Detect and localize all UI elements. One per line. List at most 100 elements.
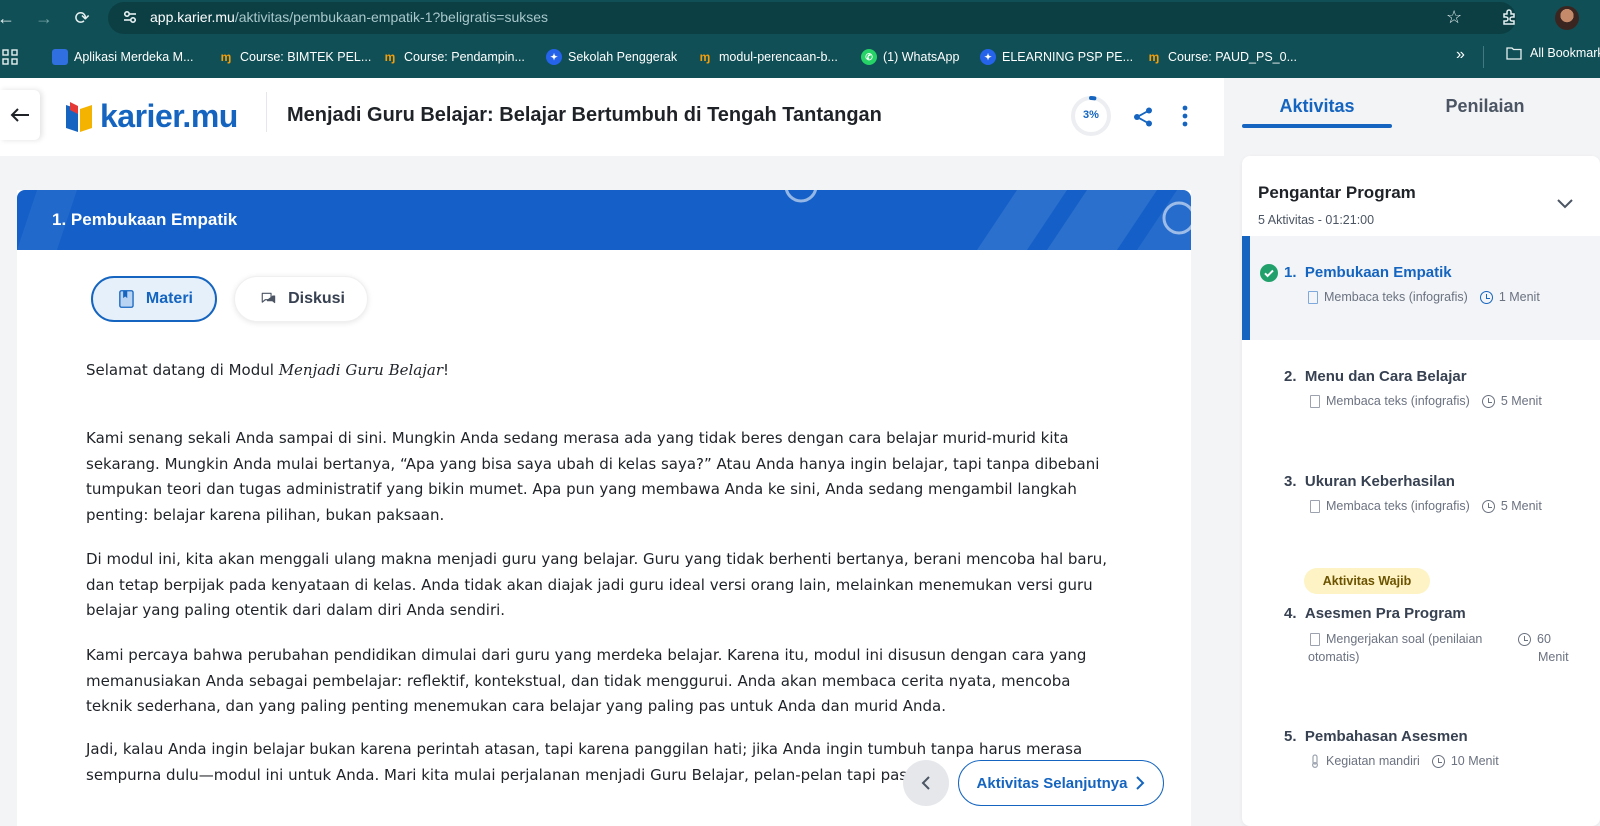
more-vertical-icon[interactable]: [1180, 104, 1190, 128]
url-text[interactable]: app.karier.mu/aktivitas/pembukaan-empati…: [150, 9, 548, 25]
activity-number: 5.: [1284, 728, 1297, 745]
activity-title[interactable]: 4. Asesmen Pra Program: [1284, 605, 1466, 622]
thermometer-icon: [1312, 754, 1318, 768]
section-title[interactable]: Pengantar Program: [1258, 183, 1416, 203]
bookmark-item[interactable]: ɱ Course: Pendampin...: [382, 46, 525, 68]
file-icon: [52, 49, 68, 65]
clock-icon: [1518, 633, 1531, 646]
chevron-down-icon[interactable]: [1556, 198, 1574, 210]
activity-meta: Membaca teks (infografis) 1 Menit: [1308, 290, 1540, 304]
module-name: Menjadi Guru Belajar: [278, 361, 443, 379]
bookmark-item[interactable]: ɱ Course: PAUD_PS_0...: [1146, 46, 1297, 68]
bookmark-label: Course: Pendampin...: [404, 50, 525, 64]
activity-duration: 10 Menit: [1450, 754, 1499, 768]
section-count: 5 Aktivitas: [1258, 213, 1315, 227]
bookmarks-overflow-icon[interactable]: »: [1456, 46, 1465, 64]
activity-meta: Membaca teks (infografis) 5 Menit: [1310, 499, 1542, 513]
karier-logo[interactable]: karier.mu: [64, 98, 238, 135]
bookmark-item[interactable]: ɱ modul-perencaan-b...: [697, 46, 838, 68]
back-button[interactable]: [0, 90, 40, 140]
section-separator: -: [1317, 213, 1322, 227]
next-activity-label: Aktivitas Selanjutnya: [976, 774, 1128, 792]
bookmark-label: Aplikasi Merdeka M...: [74, 50, 194, 64]
profile-avatar[interactable]: [1555, 6, 1579, 30]
browser-reload-icon[interactable]: ⟳: [72, 8, 92, 28]
activity-number: 1.: [1284, 264, 1297, 281]
bookmark-label: Course: PAUD_PS_0...: [1168, 50, 1297, 64]
course-title: Menjadi Guru Belajar: Belajar Bertumbuh …: [287, 104, 882, 126]
bookmark-item[interactable]: ✆ (1) WhatsApp: [861, 46, 959, 68]
next-activity-button[interactable]: Aktivitas Selanjutnya: [958, 760, 1164, 806]
activity-duration-unit: Menit: [1538, 650, 1569, 664]
share-icon[interactable]: [1132, 106, 1154, 128]
karier-icon: ɱ: [384, 50, 396, 64]
lesson-paragraph: Di modul ini, kita akan menggali ulang m…: [86, 550, 1108, 619]
activity-type: Membaca teks (infografis): [1326, 499, 1470, 513]
activity-meta: Kegiatan mandiri 10 Menit: [1310, 754, 1499, 768]
bookmark-label: Sekolah Penggerak: [568, 50, 678, 64]
bookmark-item[interactable]: ✦ ELEARNING PSP PE...: [980, 46, 1133, 68]
chevron-left-icon: [921, 776, 930, 790]
lesson-title: 1. Pembukaan Empatik: [52, 210, 238, 229]
folder-icon: [1506, 47, 1522, 60]
activity-title[interactable]: 1. Pembukaan Empatik: [1284, 264, 1452, 281]
section-duration: 01:21:00: [1325, 213, 1375, 227]
activity-duration: 60: [1537, 632, 1551, 646]
activity-type-cont: otomatis): [1308, 650, 1360, 664]
activity-name: Pembahasan Asesmen: [1304, 728, 1468, 745]
tab-penilaian[interactable]: Penilaian: [1410, 96, 1560, 117]
all-bookmarks-label: All Bookmarks: [1530, 46, 1600, 60]
section-meta: 5 Aktivitas - 01:21:00: [1258, 213, 1374, 227]
all-bookmarks-button[interactable]: All Bookmarks: [1506, 46, 1600, 60]
activity-duration: 1 Menit: [1498, 290, 1540, 304]
karier-icon: ɱ: [699, 50, 711, 64]
activity-number: 2.: [1284, 368, 1297, 385]
site-settings-icon[interactable]: [122, 9, 138, 25]
clock-icon: [1481, 500, 1495, 513]
bookmark-label: (1) WhatsApp: [883, 50, 960, 64]
activity-meta: Membaca teks (infografis) 5 Menit: [1310, 394, 1542, 408]
greeting-pre: Selamat datang di Modul: [86, 361, 279, 379]
bookmarks-divider: [1483, 46, 1484, 68]
activity-title[interactable]: 5. Pembahasan Asesmen: [1284, 728, 1468, 745]
check-circle-icon: [1260, 264, 1278, 282]
bookmark-label: modul-perencaan-b...: [719, 50, 838, 64]
book-icon: [119, 290, 134, 308]
bookmark-item[interactable]: ✦ Sekolah Penggerak: [546, 46, 677, 68]
clock-icon: [1479, 291, 1493, 304]
activity-name: Pembukaan Empatik: [1304, 264, 1452, 281]
tab-diskusi-label: Diskusi: [288, 290, 345, 307]
tab-diskusi[interactable]: Diskusi: [234, 276, 368, 322]
logo-text: karier.mu: [100, 98, 238, 134]
url-path: /aktivitas/pembukaan-empatik-1?beligrati…: [234, 9, 549, 25]
activity-number: 4.: [1284, 605, 1297, 622]
bookmark-item[interactable]: Aplikasi Merdeka M...: [52, 46, 193, 68]
activity-item-active[interactable]: [1242, 236, 1600, 340]
lesson-paragraph: Kami percaya bahwa perubahan pendidikan …: [86, 646, 1087, 715]
chevron-right-icon: [1136, 776, 1145, 790]
document-icon: [1310, 395, 1320, 408]
previous-activity-button[interactable]: [903, 760, 949, 806]
chat-icon: [261, 292, 276, 304]
activity-type: Membaca teks (infografis): [1324, 290, 1468, 304]
tab-materi[interactable]: Materi: [91, 276, 217, 322]
greeting-post: !: [443, 361, 450, 379]
clock-icon: [1481, 395, 1495, 408]
header-divider: [266, 92, 267, 132]
bookmark-star-icon[interactable]: ☆: [1446, 7, 1462, 28]
activity-title[interactable]: 2. Menu dan Cara Belajar: [1284, 368, 1467, 385]
browser-back-icon[interactable]: ←: [0, 8, 16, 28]
activity-duration: 5 Menit: [1500, 394, 1542, 408]
apps-grid-icon[interactable]: [2, 49, 18, 65]
bookmark-item[interactable]: ɱ Course: BIMTEK PEL...: [218, 46, 372, 68]
extensions-icon[interactable]: [1500, 7, 1520, 27]
browser-forward-icon[interactable]: →: [34, 8, 54, 28]
bookmark-label: Course: BIMTEK PEL...: [240, 50, 372, 64]
tab-aktivitas[interactable]: Aktivitas: [1242, 96, 1392, 117]
activity-type: Mengerjakan soal (penilaian: [1326, 632, 1483, 646]
greeting-text: Selamat datang di Modul Menjadi Guru Bel…: [86, 358, 1116, 384]
activity-title[interactable]: 3. Ukuran Keberhasilan: [1284, 473, 1455, 490]
karier-icon: ɱ: [220, 50, 232, 64]
active-indicator: [1242, 236, 1250, 340]
tab-active-indicator: [1242, 124, 1392, 128]
